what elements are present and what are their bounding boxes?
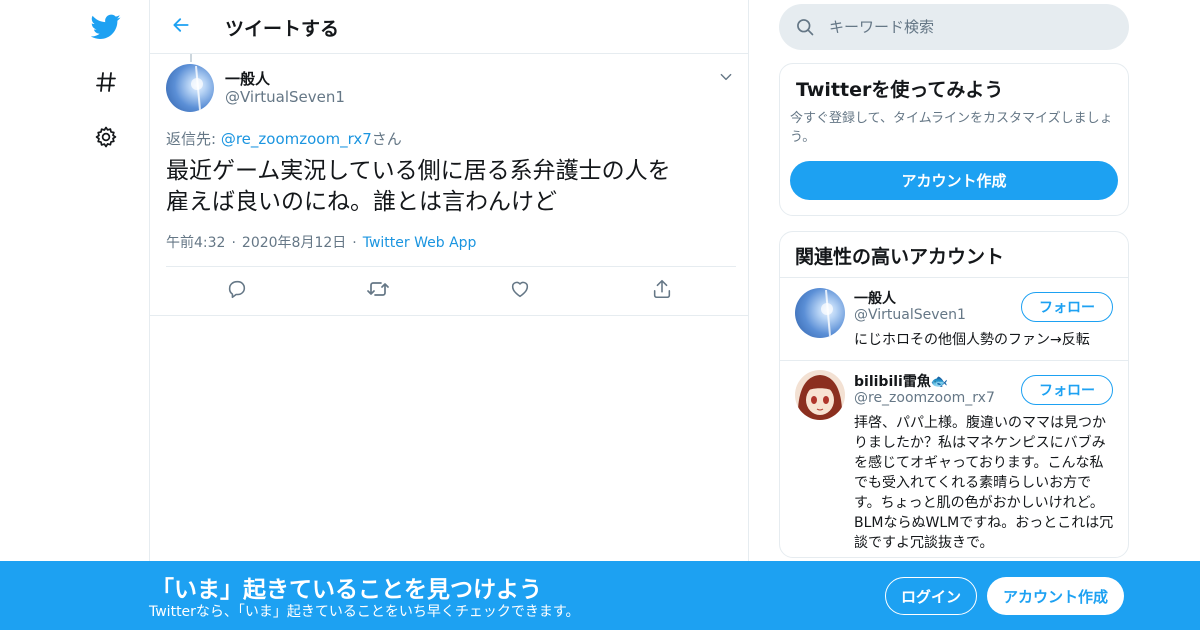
avatar[interactable] (166, 64, 214, 112)
tweet-metadata: 午前4:32 · 2020年8月12日 · Twitter Web App (166, 232, 476, 252)
thread-connector (190, 54, 192, 62)
reply-to-suffix: さん (371, 130, 402, 148)
reply-icon (226, 278, 248, 304)
retweet-icon (366, 277, 390, 305)
gear-icon[interactable] (86, 117, 126, 157)
related-accounts-title: 関連性の高いアカウント (795, 246, 1005, 268)
tweet-date[interactable]: 2020年8月12日 (242, 235, 346, 251)
reply-mention-link[interactable]: @re_zoomzoom_rx7 (221, 130, 372, 148)
signup-card: Twitterを使ってみよう 今すぐ登録して、タイムラインをカスタマイズしましょ… (779, 63, 1129, 216)
reply-button[interactable] (225, 279, 249, 303)
share-button[interactable] (650, 279, 674, 303)
account-handle[interactable]: @VirtualSeven1 (854, 307, 966, 323)
account-name[interactable]: bilibili雷魚🐟 (854, 371, 948, 391)
tweet-time[interactable]: 午前4:32 (166, 235, 225, 251)
banner-subtitle: Twitterなら、「いま」起きていることをいち早くチェックできます。 (149, 604, 580, 620)
account-bio: にじホロその他個人勢のファン→反転 (854, 332, 1090, 348)
tweet-text-line: 雇えば良いのにね。誰とは言わんけど (166, 189, 557, 215)
reply-to-label: 返信先: (166, 130, 221, 148)
like-icon (509, 278, 531, 304)
like-button[interactable] (508, 279, 532, 303)
main-header: ツイートする (150, 0, 748, 54)
signup-card-title: Twitterを使ってみよう (796, 79, 1004, 101)
share-icon (651, 278, 673, 304)
page-title: ツイートする (225, 18, 340, 40)
back-button[interactable] (166, 12, 196, 42)
reply-to: 返信先: @re_zoomzoom_rx7さん (166, 128, 402, 149)
signup-card-description: 今すぐ登録して、タイムラインをカスタマイズしましょう。 (790, 111, 1113, 145)
tweet-text: 最近ゲーム実況している側に居る系弁護士の人を 雇えば良いのにね。誰とは言わんけど (166, 156, 726, 218)
divider (166, 266, 736, 267)
main-column: ツイートする 一般人 @VirtualSeven1 返信先: @re_zoomz… (149, 0, 749, 630)
author-handle[interactable]: @VirtualSeven1 (225, 88, 345, 106)
avatar[interactable] (795, 288, 845, 338)
create-account-button[interactable]: アカウント作成 (790, 161, 1118, 200)
search-icon (795, 17, 815, 37)
signup-banner: 「いま」起きていることを見つけよう Twitterなら、「いま」起きていることを… (0, 561, 1200, 630)
follow-button[interactable]: フォロー (1021, 292, 1113, 322)
arrow-left-icon (171, 15, 191, 39)
divider (780, 360, 1128, 361)
search-input[interactable] (829, 12, 1109, 42)
hashtag-icon[interactable] (86, 62, 126, 102)
account-name[interactable]: 一般人 (854, 288, 896, 308)
source-app-link[interactable]: Twitter Web App (363, 235, 477, 251)
more-options-button[interactable] (716, 68, 736, 88)
retweet-button[interactable] (366, 279, 390, 303)
left-nav (0, 0, 150, 630)
related-accounts-card: 関連性の高いアカウント 一般人 @VirtualSeven1 フォロー にじホロ… (779, 231, 1129, 558)
author-name[interactable]: 一般人 (225, 68, 270, 89)
divider (780, 277, 1128, 278)
create-account-button[interactable]: アカウント作成 (987, 577, 1124, 615)
page: ツイートする 一般人 @VirtualSeven1 返信先: @re_zoomz… (0, 0, 1200, 630)
follow-button[interactable]: フォロー (1021, 375, 1113, 405)
avatar[interactable] (795, 370, 845, 420)
login-button[interactable]: ログイン (885, 577, 977, 615)
twitter-logo-icon[interactable] (86, 7, 126, 47)
divider (150, 315, 748, 316)
separator-dot: · (231, 235, 236, 251)
tweet-text-line: 最近ゲーム実況している側に居る系弁護士の人を (166, 158, 671, 184)
separator-dot: · (352, 235, 357, 251)
search-bar (779, 4, 1129, 50)
account-bio: 拝啓、パパ上様。腹違いのママは見つかりましたか？私はマネケンピスにバブみを感じて… (854, 415, 1114, 551)
banner-title: 「いま」起きていることを見つけよう (151, 577, 542, 603)
chevron-down-icon (719, 69, 733, 88)
account-handle[interactable]: @re_zoomzoom_rx7 (854, 390, 995, 406)
